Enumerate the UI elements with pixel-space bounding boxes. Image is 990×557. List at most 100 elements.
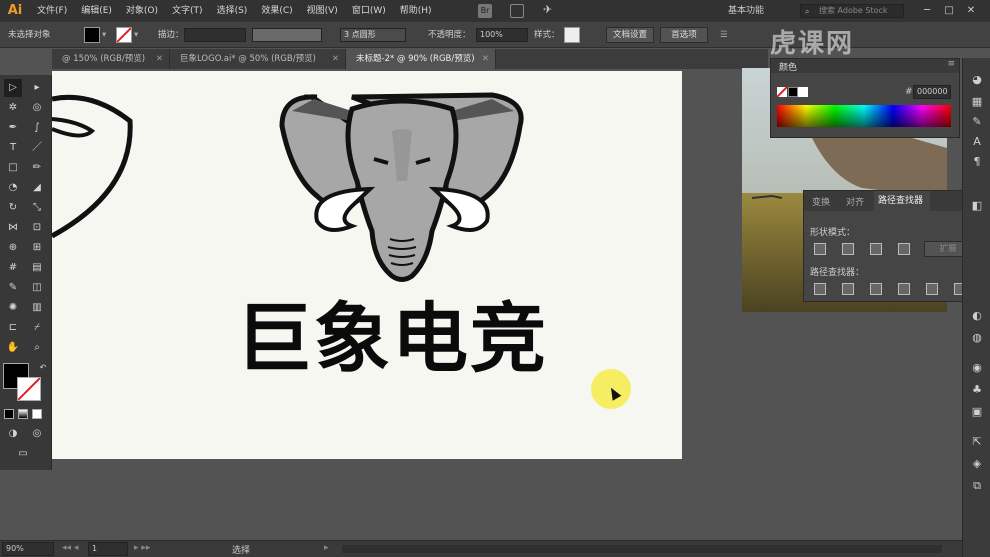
hex-field[interactable]: 000000 [913,85,951,99]
chevron-down-icon[interactable]: ▾ [134,22,138,48]
mesh-tool-icon[interactable]: # [4,259,22,277]
tab-document-3[interactable]: 未标题-2* @ 90% (RGB/预览) ✕ [346,49,496,69]
color-panel-tab[interactable]: 颜色 [779,60,797,73]
blend-tool-icon[interactable]: ◫ [28,279,46,297]
free-transform-icon[interactable]: ⊡ [28,219,46,237]
chevron-down-icon[interactable]: ▾ [102,22,106,48]
artboard-tool-icon[interactable]: ⊏ [4,319,22,337]
pen-tool-icon[interactable]: ✒ [4,119,22,137]
zoom-field[interactable]: 90% [2,542,54,556]
appearance-icon[interactable]: ◍ [969,330,985,346]
tab-align[interactable]: 对齐 [846,195,864,208]
paragraph-icon[interactable]: ¶ [969,154,985,170]
artboard-nav-prev-icon[interactable]: ◂◂ ◂ [62,543,78,553]
stroke-color-box[interactable] [17,377,41,401]
unite-icon[interactable] [814,243,826,255]
width-tool-icon[interactable]: ⋈ [4,219,22,237]
selection-tool-icon[interactable]: ▷ [4,79,22,97]
shaper-tool-icon[interactable]: ◔ [4,179,22,197]
menu-window[interactable]: 窗口(W) [345,0,393,22]
rectangle-tool-icon[interactable]: □ [4,159,22,177]
black-swatch[interactable] [788,87,798,97]
line-tool-icon[interactable]: ／ [28,139,46,157]
trim-icon[interactable] [842,283,854,295]
preferences-button[interactable]: 首选项 [660,27,708,43]
symbols-icon[interactable]: ♣ [969,382,985,398]
close-tab-icon[interactable]: ✕ [482,49,489,69]
none-swatch[interactable] [776,86,788,98]
tab-document-2[interactable]: 巨象LOGO.ai* @ 50% (RGB/预览) ✕ [170,49,346,69]
document-setup-button[interactable]: 文档设置 [606,27,654,43]
swatches-icon[interactable]: ▦ [969,94,985,110]
brushes-icon[interactable]: ✎ [969,114,985,130]
hand-tool-icon[interactable]: ✋ [4,339,22,357]
bridge-icon[interactable]: Br [478,4,492,18]
white-swatch[interactable] [798,87,808,97]
stroke-weight-field[interactable] [184,28,246,42]
panel-menu-icon[interactable]: ≡ [947,59,955,69]
artboards-icon[interactable]: ▣ [969,404,985,420]
artboard-number-field[interactable]: 1 [88,542,128,556]
color-guide-icon[interactable]: ◕ [969,72,985,88]
layers-icon[interactable]: ◈ [969,456,985,472]
menu-help[interactable]: 帮助(H) [393,0,439,22]
menu-file[interactable]: 文件(F) [30,0,74,22]
artboard-nav-next-icon[interactable]: ▸ ▸▸ [134,543,150,553]
gradient-icon[interactable]: ◧ [969,198,985,214]
zoom-tool-icon[interactable]: ⌕ [28,339,46,357]
workspace-switcher[interactable]: 基本功能 [728,0,764,22]
minus-front-icon[interactable] [842,243,854,255]
merge-icon[interactable] [870,283,882,295]
transparency-icon[interactable]: ◐ [969,308,985,324]
graph-tool-icon[interactable]: ▥ [28,299,46,317]
character-icon[interactable]: A [969,134,985,150]
eyedropper-icon[interactable]: ✎ [4,279,22,297]
menu-select[interactable]: 选择(S) [210,0,255,22]
search-stock-input[interactable]: ⌕ 搜索 Adobe Stock [800,4,904,18]
gradient-mode-icon[interactable] [18,409,28,419]
variable-width-profile[interactable] [252,28,322,42]
divide-icon[interactable] [814,283,826,295]
menu-type[interactable]: 文字(T) [165,0,210,22]
symbol-sprayer-icon[interactable]: ✺ [4,299,22,317]
tab-transform[interactable]: 变换 [812,195,830,208]
graphic-style-swatch[interactable] [564,27,580,43]
magic-wand-icon[interactable]: ✲ [4,99,22,117]
lasso-icon[interactable]: ◎ [28,99,46,117]
close-tab-icon[interactable]: ✕ [332,49,339,69]
scale-tool-icon[interactable]: ⤡ [28,199,46,217]
outline-icon[interactable] [926,283,938,295]
screen-mode-icon[interactable]: ▭ [14,445,32,463]
slice-tool-icon[interactable]: ⌿ [28,319,46,337]
none-mode-icon[interactable] [32,409,42,419]
status-menu-icon[interactable]: ▸ [324,543,329,553]
swap-fill-stroke-icon[interactable]: ↶ [34,359,52,377]
draw-inside-icon[interactable]: ◎ [28,425,46,443]
fill-swatch[interactable] [84,27,100,43]
crop-icon[interactable] [898,283,910,295]
arrange-documents-icon[interactable] [510,4,524,18]
curvature-icon[interactable]: ∫ [28,119,46,137]
export-icon[interactable]: ⇱ [969,434,985,450]
draw-normal-icon[interactable]: ◑ [4,425,22,443]
horizontal-scrollbar[interactable] [342,545,942,553]
graphic-styles-icon[interactable]: ◉ [969,360,985,376]
menu-object[interactable]: 对象(O) [119,0,165,22]
arrange-icon[interactable]: ☰ [720,22,728,48]
links-icon[interactable]: ⧉ [969,478,985,494]
gradient-tool-icon[interactable]: ▤ [28,259,46,277]
maximize-button[interactable]: □ [940,2,958,20]
color-spectrum[interactable] [777,105,951,127]
gpu-performance-icon[interactable]: ✈ [543,3,552,16]
menu-view[interactable]: 视图(V) [300,0,345,22]
close-tab-icon[interactable]: ✕ [156,49,163,69]
direct-selection-tool-icon[interactable]: ▸ [28,79,46,97]
close-button[interactable]: ✕ [962,2,980,20]
menu-effect[interactable]: 效果(C) [254,0,299,22]
intersect-icon[interactable] [870,243,882,255]
color-mode-icon[interactable] [4,409,14,419]
exclude-icon[interactable] [898,243,910,255]
rotate-tool-icon[interactable]: ↻ [4,199,22,217]
type-tool-icon[interactable]: T [4,139,22,157]
stroke-swatch[interactable] [116,27,132,43]
